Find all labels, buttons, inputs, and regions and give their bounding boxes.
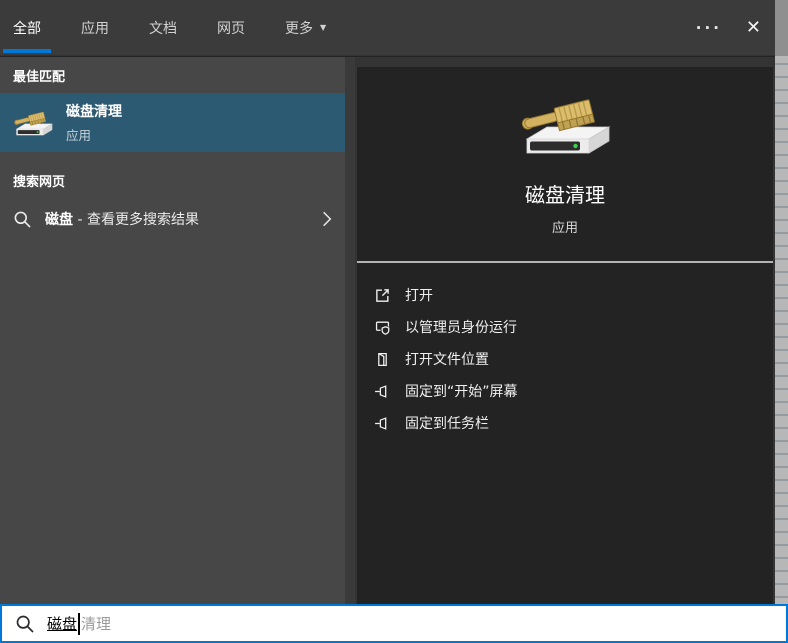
search-icon — [13, 210, 32, 229]
best-match-header: 最佳匹配 — [13, 70, 66, 85]
app-subtitle: 应用 — [551, 221, 578, 236]
results-panel: 最佳匹配 磁盘清理 应用 搜索网页 磁盘 - 查看更多搜索结果 — [0, 57, 345, 604]
close-icon[interactable]: ✕ — [746, 18, 761, 37]
action-label: 打开 — [405, 288, 433, 304]
preview-panel: 磁盘清理 应用 打开 以管理员身份运行 打开文件位置 固定到“开始”屏幕 固定到… — [355, 57, 775, 604]
tab-apps-label: 应用 — [81, 20, 109, 37]
app-title: 磁盘清理 — [525, 183, 605, 207]
tab-apps[interactable]: 应用 — [71, 0, 119, 55]
web-search-text: 磁盘 - 查看更多搜索结果 — [45, 209, 199, 229]
tab-all[interactable]: 全部 — [3, 0, 51, 55]
action-label: 以管理员身份运行 — [405, 320, 517, 336]
run-as-admin-icon — [373, 319, 391, 336]
pin-icon — [373, 415, 391, 432]
action-label: 打开文件位置 — [405, 352, 489, 368]
tab-web-label: 网页 — [217, 20, 245, 37]
tab-more-label: 更多 — [285, 20, 313, 37]
preview-content: 磁盘清理 应用 打开 以管理员身份运行 打开文件位置 固定到“开始”屏幕 固定到… — [357, 67, 773, 604]
text-caret — [78, 612, 81, 635]
web-query: 磁盘 — [45, 212, 73, 228]
disk-cleanup-icon — [13, 111, 53, 136]
more-options-icon[interactable]: ··· — [696, 19, 722, 37]
chevron-right-icon[interactable] — [322, 210, 332, 228]
selected-tab-underline — [3, 49, 51, 53]
pin-icon — [373, 383, 391, 400]
web-query-suffix: - 查看更多搜索结果 — [73, 212, 199, 228]
search-web-header: 搜索网页 — [13, 175, 66, 190]
windows-search-flyout: 全部 应用 文档 网页 更多 ▼ ··· ✕ 最佳匹配 磁盘清理 应用 搜索网页… — [0, 0, 788, 643]
app-hero: 磁盘清理 应用 — [357, 67, 773, 236]
file-location-icon — [373, 351, 391, 368]
action-pin-to-taskbar[interactable]: 固定到任务栏 — [373, 407, 773, 439]
best-match-result-disk-cleanup[interactable]: 磁盘清理 应用 — [0, 93, 345, 152]
chevron-down-icon: ▼ — [320, 23, 327, 32]
search-text: 磁盘 清理 — [47, 612, 112, 635]
action-open[interactable]: 打开 — [373, 279, 773, 311]
best-match-texts: 磁盘清理 应用 — [66, 101, 122, 144]
search-input[interactable]: 磁盘 清理 — [0, 604, 788, 643]
tab-more[interactable]: 更多 ▼ — [275, 0, 336, 55]
app-actions-list: 打开 以管理员身份运行 打开文件位置 固定到“开始”屏幕 固定到任务栏 — [357, 263, 773, 439]
tab-documents[interactable]: 文档 — [139, 0, 187, 55]
action-label: 固定到任务栏 — [405, 416, 489, 432]
topbar-actions: ··· ✕ — [696, 0, 761, 55]
panel-divider-strip — [345, 57, 355, 604]
filter-tabs: 全部 应用 文档 网页 更多 ▼ — [0, 0, 336, 55]
open-icon — [373, 287, 391, 304]
tab-all-label: 全部 — [13, 20, 41, 37]
result-title: 磁盘清理 — [66, 104, 122, 120]
action-label: 固定到“开始”屏幕 — [405, 384, 518, 400]
tab-web[interactable]: 网页 — [207, 0, 255, 55]
inline-suggestion: 清理 — [81, 615, 112, 633]
tab-documents-label: 文档 — [149, 20, 177, 37]
background-window — [775, 0, 788, 643]
web-search-result[interactable]: 磁盘 - 查看更多搜索结果 — [0, 198, 345, 240]
search-query-value: 磁盘 — [47, 615, 78, 633]
search-icon — [15, 614, 35, 634]
disk-cleanup-icon — [519, 98, 610, 154]
search-filter-tabbar: 全部 应用 文档 网页 更多 ▼ ··· ✕ — [0, 0, 775, 56]
action-pin-to-start[interactable]: 固定到“开始”屏幕 — [373, 375, 773, 407]
action-open-file-location[interactable]: 打开文件位置 — [373, 343, 773, 375]
action-run-as-admin[interactable]: 以管理员身份运行 — [373, 311, 773, 343]
result-subtitle: 应用 — [66, 128, 92, 143]
